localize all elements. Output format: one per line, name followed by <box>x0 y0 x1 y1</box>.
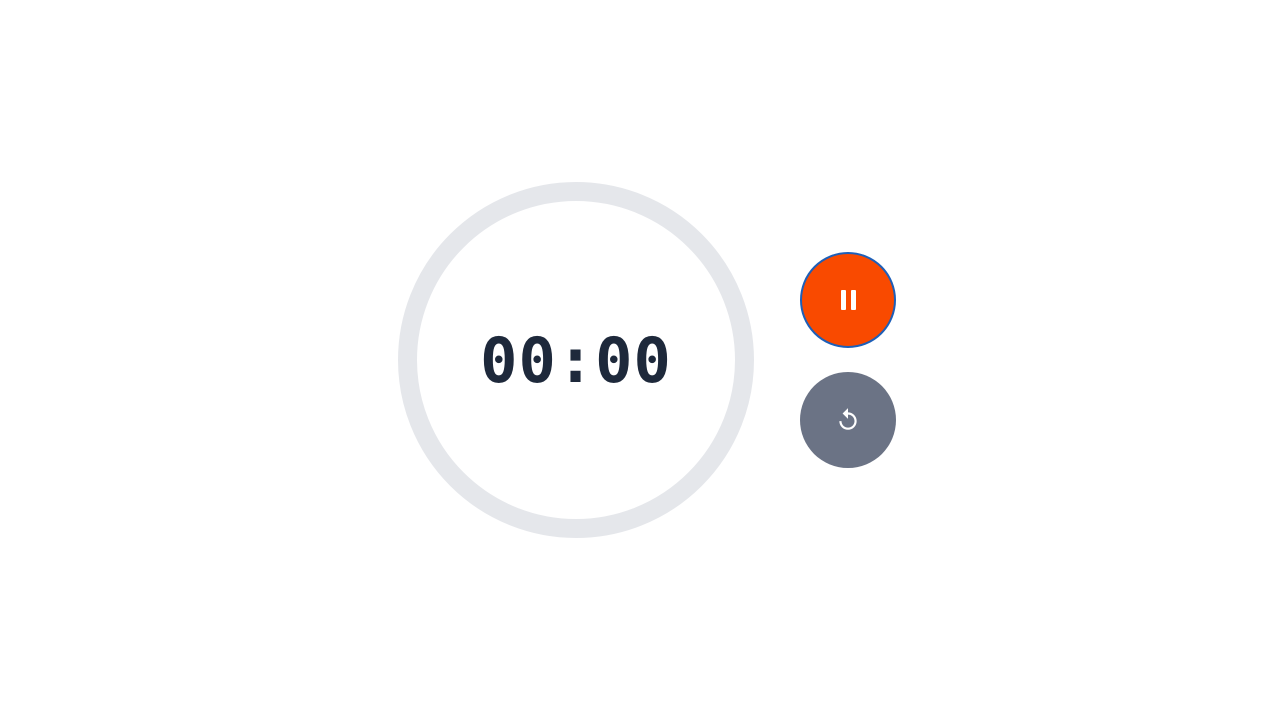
reset-icon <box>835 407 861 433</box>
timer-display: 00:00 <box>480 323 672 397</box>
pause-bar-right <box>850 290 856 310</box>
pause-bar-left <box>840 290 846 310</box>
timer-app: 00:00 <box>0 0 1280 720</box>
reset-button[interactable] <box>800 372 896 468</box>
pause-button[interactable] <box>800 252 896 348</box>
pause-icon <box>840 290 856 310</box>
timer-ring: 00:00 <box>398 182 754 538</box>
